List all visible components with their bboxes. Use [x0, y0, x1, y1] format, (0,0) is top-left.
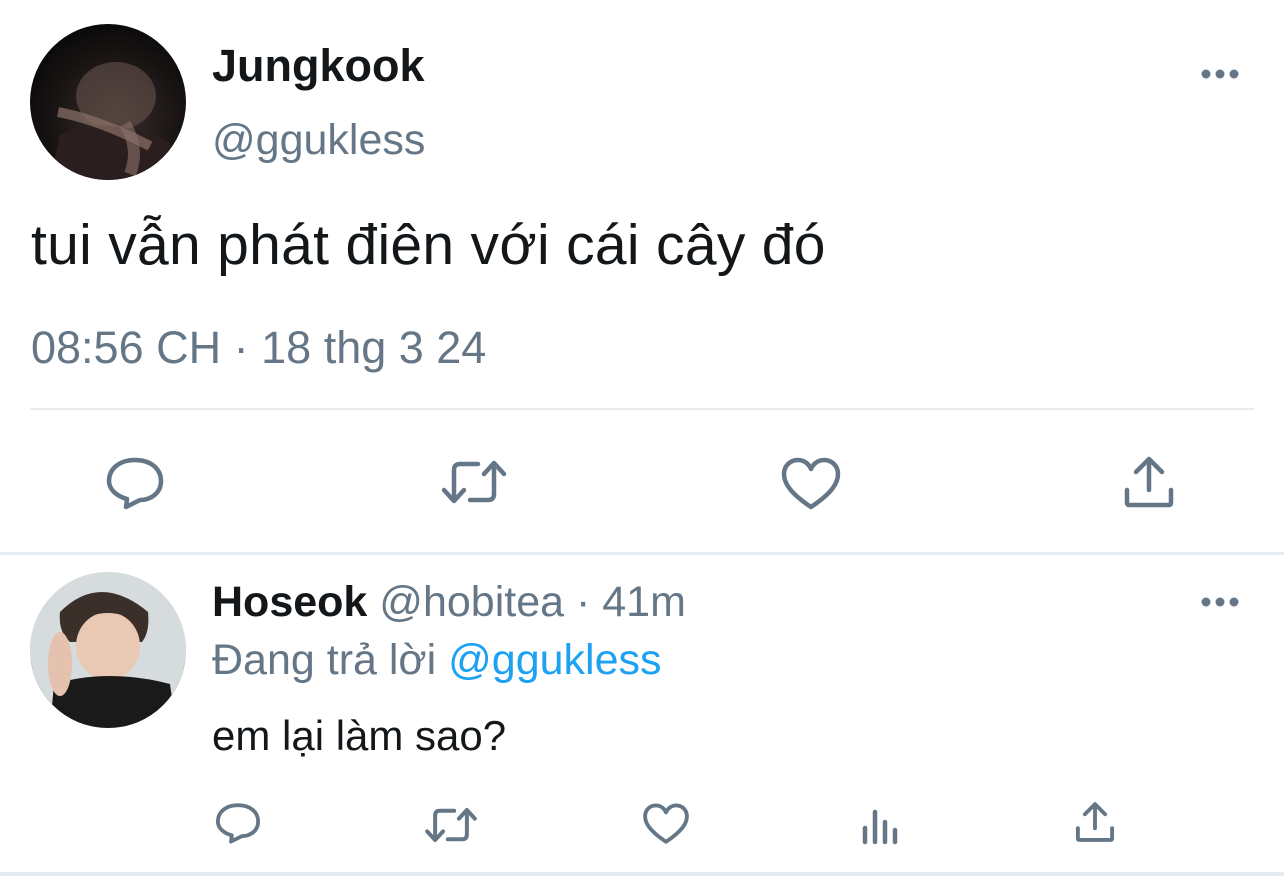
author-name[interactable]: Jungkook	[212, 40, 425, 92]
more-horizontal-icon[interactable]	[1200, 596, 1240, 608]
tweet-time: 08:56 CH	[31, 322, 222, 373]
more-horizontal-icon[interactable]	[1200, 68, 1240, 80]
avatar-photo	[30, 572, 186, 728]
retweet-icon[interactable]	[424, 804, 478, 846]
avatar-photo	[50, 62, 170, 180]
replying-to-mention[interactable]: @ggukless	[448, 636, 661, 684]
author-avatar[interactable]	[30, 24, 186, 180]
replying-label: Đang trả lời	[212, 636, 437, 684]
bar-chart-icon[interactable]	[860, 806, 904, 846]
divider	[0, 552, 1284, 555]
reply-icon[interactable]	[214, 800, 262, 846]
heart-icon[interactable]	[780, 456, 842, 512]
reply-time-ago[interactable]: 41m	[602, 578, 686, 626]
retweet-icon[interactable]	[440, 456, 508, 508]
share-icon[interactable]	[1122, 454, 1176, 510]
reply-author-name[interactable]: Hoseok	[212, 578, 367, 626]
share-icon[interactable]	[1074, 800, 1116, 844]
tweet-date: 18 thg 3 24	[261, 322, 487, 373]
heart-icon[interactable]	[642, 802, 690, 846]
divider	[0, 872, 1284, 876]
meta-separator: ·	[575, 578, 591, 626]
reply-author-handle[interactable]: @hobitea	[379, 578, 564, 626]
replying-to-line: Đang trả lời @ggukless	[212, 636, 662, 685]
tweet-timestamp[interactable]: 08:56 CH · 18 thg 3 24	[31, 322, 486, 374]
reply-author-avatar[interactable]	[30, 572, 186, 728]
tweet-text: tui vẫn phát điên với cái cây đó	[31, 213, 826, 277]
author-handle[interactable]: @ggukless	[212, 116, 425, 165]
reply-text: em lại làm sao?	[212, 712, 507, 759]
divider	[30, 408, 1254, 410]
reply-header: Hoseok @hobitea · 41m	[212, 578, 686, 627]
reply-icon[interactable]	[104, 454, 166, 512]
meta-separator: ·	[233, 322, 249, 373]
